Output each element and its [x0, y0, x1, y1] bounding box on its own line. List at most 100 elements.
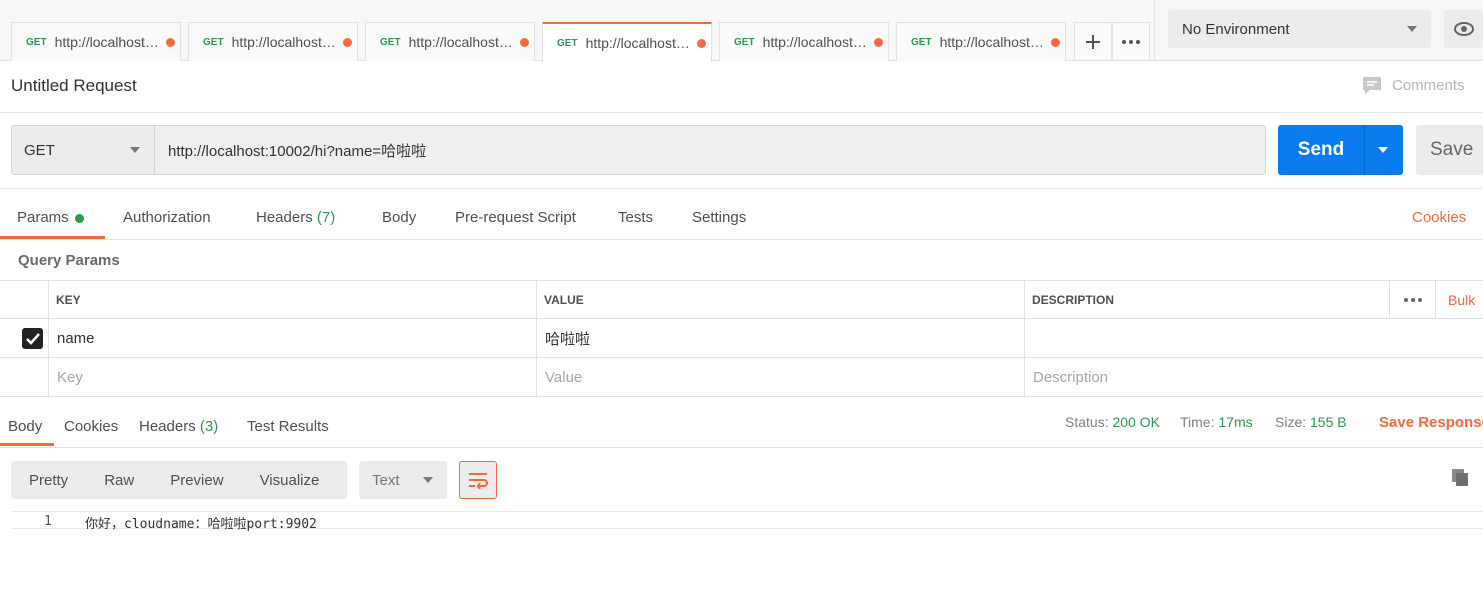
tab-settings[interactable]: Settings — [692, 209, 746, 226]
view-preview-button[interactable]: Preview — [152, 472, 241, 489]
view-visualize-button[interactable]: Visualize — [242, 472, 338, 489]
tab-url: http://localhost:10002/hi?name=哈啦啦 — [408, 34, 517, 50]
status-info: Status: 200 OK — [1065, 414, 1160, 430]
param-key-input[interactable]: Key — [48, 358, 536, 396]
view-pretty-button[interactable]: Pretty — [11, 472, 86, 489]
active-tab-indicator — [0, 443, 54, 446]
request-title[interactable]: Untitled Request — [11, 76, 137, 96]
tab-url: http://localhost:10002/hi?name=哈啦啦 — [231, 34, 340, 50]
response-tab-headers-label: Headers — [139, 418, 196, 435]
tab-tests[interactable]: Tests — [618, 209, 653, 226]
request-tab-bar: GET http://localhost:10002/hi?name=哈啦啦 G… — [0, 0, 1483, 62]
response-tab-body[interactable]: Body — [8, 418, 42, 435]
query-params-title: Query Params — [18, 252, 120, 269]
column-header-description: DESCRIPTION — [1024, 281, 1389, 318]
unsaved-dot-icon — [342, 37, 352, 47]
request-tab[interactable]: GET http://localhost:10002/hi?name=哈啦啦 — [365, 22, 535, 61]
param-key[interactable]: name — [48, 319, 536, 357]
request-tab[interactable]: GET http://localhost:10002/hi?name=哈啦啦 — [719, 22, 889, 61]
response-panel: Body Cookies Headers (3) Test Results St… — [0, 396, 1483, 591]
param-value[interactable]: 哈啦啦 — [536, 319, 1024, 357]
param-enabled-checkbox[interactable] — [22, 328, 43, 349]
chevron-down-icon — [1407, 26, 1417, 32]
unsaved-dot-icon — [519, 37, 529, 47]
size-value[interactable]: 155 B — [1310, 414, 1347, 430]
cookies-link[interactable]: Cookies — [1412, 209, 1466, 226]
divider — [0, 447, 1483, 448]
tab-pre-request-script[interactable]: Pre-request Script — [455, 209, 576, 226]
divider — [0, 239, 1483, 240]
response-format-select[interactable]: Text — [359, 461, 447, 499]
unsaved-dot-icon — [165, 37, 175, 47]
tab-method: GET — [26, 36, 47, 48]
param-description[interactable] — [1024, 319, 1483, 357]
response-tab-headers-count: (3) — [199, 418, 219, 435]
check-icon — [25, 332, 40, 345]
save-button[interactable]: Save — [1416, 125, 1483, 175]
chevron-down-icon — [130, 147, 140, 153]
request-tab-active[interactable]: GET http://localhost:10002/hi?name=哈啦啦 — [542, 22, 712, 62]
tab-body[interactable]: Body — [382, 209, 416, 226]
request-tab[interactable]: GET http://localhost:10002/hi?name=哈啦啦 — [896, 22, 1066, 61]
url-bar: GET http://localhost:10002/hi?name=哈啦啦 — [11, 125, 1266, 175]
comments-button[interactable]: Comments — [1362, 76, 1465, 95]
more-horizontal-icon — [1403, 297, 1422, 302]
tab-method: GET — [380, 36, 401, 48]
response-tab-headers[interactable]: Headers (3) — [139, 418, 218, 435]
send-button[interactable]: Send — [1278, 125, 1403, 175]
tab-headers-label: Headers — [256, 209, 313, 226]
environment-select-value: No Environment — [1182, 20, 1290, 38]
status-value[interactable]: 200 OK — [1112, 414, 1159, 430]
response-tab-cookies[interactable]: Cookies — [64, 418, 118, 435]
table-header-row: KEY VALUE DESCRIPTION Bulk — [0, 280, 1483, 318]
tab-method: GET — [203, 36, 224, 48]
eye-icon — [1453, 22, 1474, 36]
request-tab[interactable]: GET http://localhost:10002/hi?name=哈啦啦 — [188, 22, 358, 61]
unsaved-dot-icon — [1050, 37, 1060, 47]
environment-quick-look-button[interactable] — [1444, 10, 1483, 48]
tab-params[interactable]: Params — [17, 209, 84, 226]
method-select[interactable]: GET — [12, 126, 155, 174]
unsaved-dot-icon — [873, 37, 883, 47]
response-tab-test-results[interactable]: Test Results — [247, 418, 329, 435]
tab-method: GET — [911, 36, 932, 48]
environment-select[interactable]: No Environment — [1168, 10, 1431, 48]
bulk-edit-link[interactable]: Bulk — [1435, 281, 1483, 318]
save-response-button[interactable]: Save Response — [1379, 414, 1483, 431]
wrap-lines-button[interactable] — [459, 461, 497, 499]
response-format-value: Text — [372, 471, 400, 489]
send-button-label: Send — [1297, 139, 1345, 160]
param-value-input[interactable]: Value — [536, 358, 1024, 396]
new-tab-button[interactable] — [1074, 22, 1112, 61]
tab-headers[interactable]: Headers (7) — [256, 209, 335, 226]
table-row: name 哈啦啦 — [0, 318, 1483, 357]
tab-url: http://localhost:10002/hi?name=哈啦啦 — [939, 34, 1048, 50]
tab-authorization[interactable]: Authorization — [123, 209, 211, 226]
table-row-new: Key Value Description — [0, 357, 1483, 396]
more-horizontal-icon — [1122, 39, 1140, 44]
active-dot-icon — [74, 213, 84, 223]
param-description-input[interactable]: Description — [1024, 358, 1483, 396]
tab-headers-count: (7) — [316, 209, 336, 226]
plus-icon — [1086, 34, 1100, 49]
tab-url: http://localhost:10002/hi?name=哈啦啦 — [54, 34, 163, 50]
url-input[interactable]: http://localhost:10002/hi?name=哈啦啦 — [155, 126, 426, 174]
column-header-value: VALUE — [536, 281, 1024, 318]
copy-button[interactable] — [1450, 467, 1470, 492]
method-select-value: GET — [24, 141, 55, 159]
wrap-lines-icon — [469, 473, 488, 489]
tab-method: GET — [734, 36, 755, 48]
status-label: Status: — [1065, 414, 1109, 430]
response-body-text[interactable]: 你好，cloudname：哈啦啦port:9902 — [85, 513, 317, 532]
view-raw-button[interactable]: Raw — [86, 472, 152, 489]
divider — [0, 112, 1483, 113]
unsaved-dot-icon — [696, 38, 706, 48]
tab-options-button[interactable] — [1112, 22, 1150, 61]
time-value[interactable]: 17ms — [1218, 414, 1252, 430]
size-info: Size: 155 B — [1275, 414, 1347, 430]
chevron-down-icon[interactable] — [1378, 147, 1388, 153]
request-tab[interactable]: GET http://localhost:10002/hi?name=哈啦啦 — [11, 22, 181, 61]
divider — [1364, 125, 1365, 175]
table-options-button[interactable] — [1389, 281, 1435, 318]
response-view-mode-group: Pretty Raw Preview Visualize — [11, 461, 347, 499]
